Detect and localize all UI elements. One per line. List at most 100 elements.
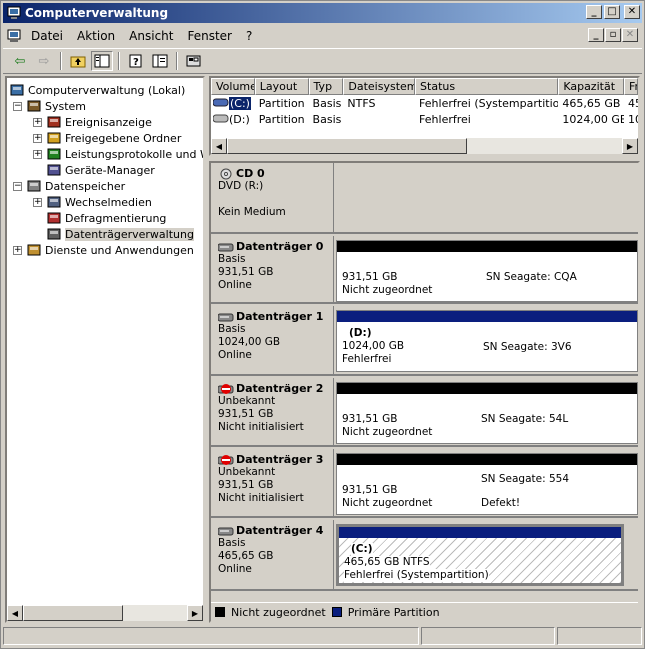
column-typ[interactable]: Typ bbox=[308, 78, 344, 95]
free-cell: 45 bbox=[628, 96, 638, 110]
disk-label[interactable]: Datenträger 1 Basis 1024,00 GB Online bbox=[211, 306, 334, 374]
menu-ansicht[interactable]: Ansicht bbox=[129, 29, 173, 43]
tree-item[interactable]: Datenträgerverwaltung bbox=[33, 226, 194, 242]
disk-icon bbox=[217, 241, 234, 253]
disk-label[interactable]: CD 0 DVD (R:) Kein Medium bbox=[211, 163, 334, 232]
status-cell: Fehlerfrei bbox=[419, 112, 471, 126]
disk-row[interactable]: Datenträger 4 Basis 465,65 GB Online (C:) 465… bbox=[211, 520, 638, 591]
partition-block[interactable]: 931,51 GB Nicht zugeordnet SN Seagate: 554… bbox=[336, 453, 638, 515]
list-horizontal-scrollbar[interactable]: ◀ ▶ bbox=[211, 138, 638, 154]
volume-drive-icon bbox=[213, 114, 229, 123]
disk-settings-icon[interactable] bbox=[183, 51, 205, 71]
collapse-icon[interactable]: − bbox=[13, 181, 22, 191]
help-icon[interactable]: ? bbox=[125, 51, 147, 71]
disk-row[interactable]: Datenträger 3 Unbekannt 931,51 GB Nicht ini… bbox=[211, 449, 638, 518]
partition-block[interactable]: (C:) 465,65 GB NTFS Fehlerfrei (Systempart… bbox=[336, 524, 624, 586]
show-hide-tree-icon[interactable] bbox=[91, 51, 113, 71]
tree-item[interactable]: − System bbox=[13, 98, 86, 114]
console-tree[interactable]: ◀ ▶ Computerverwaltung (Lokal) − System + Er… bbox=[5, 76, 205, 623]
partition-block[interactable]: 931,51 GB Nicht zugeordnet SN Seagate: 54L bbox=[336, 382, 638, 444]
defect-note: Defekt! bbox=[477, 497, 525, 510]
up-folder-icon[interactable] bbox=[67, 51, 89, 71]
status-pane bbox=[421, 627, 555, 645]
event-viewer-icon bbox=[46, 115, 62, 129]
expand-icon[interactable]: + bbox=[33, 133, 42, 143]
mdi-close-button[interactable]: ✕ bbox=[622, 28, 638, 42]
tree-item[interactable]: + Leistungsprotokolle und Warnungen bbox=[33, 146, 203, 162]
collapse-icon[interactable]: − bbox=[13, 101, 22, 111]
partition-title: (D:) bbox=[349, 327, 372, 340]
expand-icon[interactable]: + bbox=[33, 197, 42, 207]
properties-icon[interactable] bbox=[149, 51, 171, 71]
disk-name: Datenträger 0 bbox=[236, 240, 324, 253]
column-status[interactable]: Status bbox=[415, 78, 559, 95]
volume-cell: (C:) bbox=[211, 96, 255, 110]
disk-row[interactable]: CD 0 DVD (R:) Kein Medium bbox=[211, 163, 638, 234]
expand-icon[interactable]: + bbox=[33, 117, 42, 127]
tree-item[interactable]: − Datenspeicher bbox=[13, 178, 125, 194]
expand-icon[interactable]: + bbox=[33, 149, 42, 159]
scroll-left-icon[interactable]: ◀ bbox=[7, 605, 23, 621]
menu-help[interactable]: ? bbox=[246, 29, 252, 43]
maximize-button[interactable]: □ bbox=[604, 5, 620, 19]
tree-item[interactable]: Computerverwaltung (Lokal) bbox=[9, 82, 185, 98]
back-arrow-icon[interactable]: ⇦ bbox=[9, 51, 31, 71]
mdi-window-icon[interactable] bbox=[7, 29, 23, 43]
partition-block[interactable]: 931,51 GB Nicht zugeordnet SN Seagate: CQA bbox=[336, 240, 638, 302]
disk-label[interactable]: Datenträger 0 Basis 931,51 GB Online bbox=[211, 236, 334, 302]
removable-media-icon bbox=[46, 195, 62, 209]
scroll-thumb[interactable] bbox=[23, 605, 123, 621]
layout-cell: Partition bbox=[258, 96, 305, 110]
computer-management-icon bbox=[7, 6, 21, 20]
tree-item[interactable]: Defragmentierung bbox=[33, 210, 166, 226]
disk-name: CD 0 bbox=[236, 167, 265, 180]
capacity-cell: 465,65 GB bbox=[562, 96, 621, 110]
tree-item[interactable]: + Ereignisanzeige bbox=[33, 114, 152, 130]
menu-datei[interactable]: Datei bbox=[31, 29, 63, 43]
disk-info-line: Nicht initialisiert bbox=[218, 421, 304, 433]
column-frei[interactable]: Fr bbox=[624, 78, 638, 95]
disk-row[interactable]: Datenträger 2 Unbekannt 931,51 GB Nicht ini… bbox=[211, 378, 638, 447]
disk-row[interactable]: Datenträger 0 Basis 931,51 GB Online 931,51 … bbox=[211, 236, 638, 304]
disk-row[interactable]: Datenträger 1 Basis 1024,00 GB Online (D:) 10… bbox=[211, 306, 638, 376]
mdi-restore-button[interactable]: ▫ bbox=[605, 28, 621, 42]
scroll-right-icon[interactable]: ▶ bbox=[187, 605, 203, 621]
disk-label[interactable]: Datenträger 2 Unbekannt 931,51 GB Nicht ini… bbox=[211, 378, 334, 445]
disk-label[interactable]: Datenträger 3 Unbekannt 931,51 GB Nicht ini… bbox=[211, 449, 334, 516]
column-layout[interactable]: Layout bbox=[254, 78, 309, 95]
mdi-minimize-button[interactable]: _ bbox=[588, 28, 604, 42]
menu-fenster[interactable]: Fenster bbox=[187, 29, 232, 43]
tree-horizontal-scrollbar[interactable]: ◀ ▶ bbox=[7, 605, 203, 621]
scroll-thumb[interactable] bbox=[227, 138, 467, 154]
column-kapazitaet[interactable]: Kapazität bbox=[558, 78, 625, 95]
disk-name: Datenträger 2 bbox=[236, 382, 324, 395]
tree-item[interactable]: + Dienste und Anwendungen bbox=[13, 242, 194, 258]
menu-aktion[interactable]: Aktion bbox=[77, 29, 115, 43]
volume-row[interactable]: (D:) Partition Basis Fehlerfrei 1024,00 … bbox=[211, 111, 638, 127]
scroll-left-icon[interactable]: ◀ bbox=[211, 138, 227, 154]
column-volume[interactable]: Volume bbox=[211, 78, 255, 95]
forward-arrow-icon[interactable]: ⇨ bbox=[33, 51, 55, 71]
tree-item[interactable]: + Freigegebene Ordner bbox=[33, 130, 181, 146]
close-button[interactable]: ✕ bbox=[624, 5, 640, 19]
tree-item[interactable]: Geräte-Manager bbox=[33, 162, 155, 178]
title-bar[interactable]: Computerverwaltung _ □ ✕ bbox=[3, 3, 642, 23]
partition-block[interactable]: (D:) 1024,00 GB Fehlerfrei SN Seagate: 3V6 bbox=[336, 310, 638, 372]
disk-info-line: Basis bbox=[218, 253, 246, 265]
volume-cell: (D:) bbox=[211, 113, 255, 126]
disk-label[interactable]: Datenträger 4 Basis 465,65 GB Online bbox=[211, 520, 334, 589]
minimize-button[interactable]: _ bbox=[586, 5, 602, 19]
toolbar-separator bbox=[176, 52, 178, 70]
scroll-right-icon[interactable]: ▶ bbox=[622, 138, 638, 154]
disk-icon bbox=[217, 525, 234, 537]
volume-row[interactable]: (C:) Partition Basis NTFS Fehlerfrei (Sy… bbox=[211, 95, 638, 111]
legend-label: Nicht zugeordnet bbox=[231, 605, 326, 619]
expand-icon[interactable]: + bbox=[13, 245, 22, 255]
partition-color-bar bbox=[337, 311, 637, 322]
partition-color-bar bbox=[337, 383, 637, 394]
disk-error-icon bbox=[217, 383, 234, 395]
serial-note: SN Seagate: CQA bbox=[482, 269, 581, 286]
column-dateisystem[interactable]: Dateisystem bbox=[343, 78, 416, 95]
defrag-icon bbox=[46, 211, 62, 225]
tree-item[interactable]: + Wechselmedien bbox=[33, 194, 152, 210]
